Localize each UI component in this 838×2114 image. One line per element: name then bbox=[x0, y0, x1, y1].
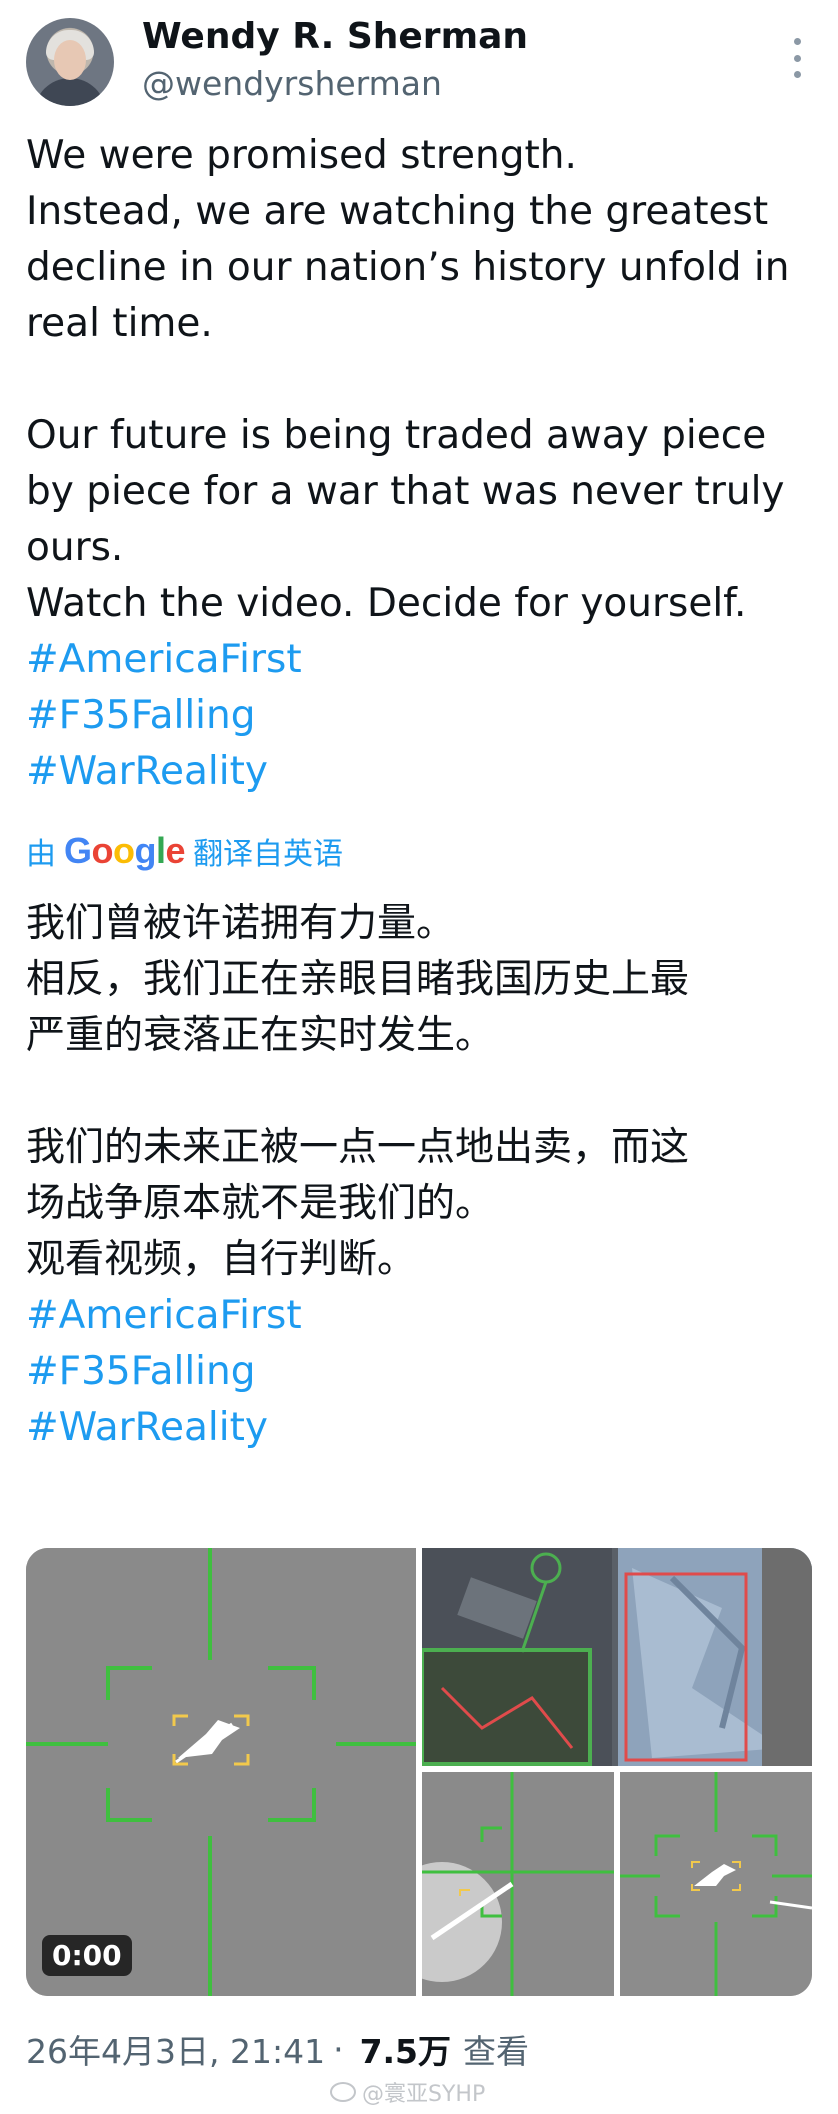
view-count-label: 查看 bbox=[463, 2032, 530, 2071]
video-thumbnail[interactable]: 0:00 bbox=[26, 1548, 416, 1996]
tweet-header: Wendy R. Sherman @wendyrsherman bbox=[26, 14, 812, 114]
translation-attribution[interactable]: 由 Google 翻译自英语 bbox=[26, 826, 343, 876]
translation-suffix: 翻译自英语 bbox=[193, 837, 344, 872]
tweet-text-line: Our future is being traded away piece bbox=[26, 413, 767, 458]
tweet-meta: 26年4月3日, 21:41 · 7.5万 查看 bbox=[26, 2024, 529, 2074]
missile-approach-image bbox=[422, 1772, 614, 1996]
target-lock-image bbox=[620, 1772, 812, 1996]
more-vertical-icon[interactable] bbox=[790, 38, 804, 78]
hashtag-link[interactable]: #F35Falling bbox=[26, 1344, 816, 1400]
tweet-timestamp[interactable]: 26年4月3日, 21:41 bbox=[26, 2025, 325, 2073]
view-count[interactable]: 7.5万 bbox=[360, 2025, 451, 2073]
hashtag-link[interactable]: #AmericaFirst bbox=[26, 1288, 816, 1344]
weibo-watermark: @寰亚SYHP bbox=[330, 2076, 485, 2108]
translated-text-line: 严重的衰落正在实时发生。 bbox=[26, 1013, 495, 1058]
targeting-reticle-image bbox=[26, 1548, 416, 1996]
hashtag-link[interactable]: #WarReality bbox=[26, 744, 816, 800]
translated-text-line: 相反，我们正在亲眼目睹我国历史上最 bbox=[26, 957, 690, 1002]
translated-text-line: 观看视频，自行判断。 bbox=[26, 1237, 417, 1282]
tweet-text-line: decline in our nation’s history unfold i… bbox=[26, 245, 790, 290]
video-duration-badge: 0:00 bbox=[42, 1935, 132, 1976]
hashtag-link[interactable]: #WarReality bbox=[26, 1400, 816, 1456]
media-image-wreckage[interactable] bbox=[422, 1548, 812, 1766]
author-handle[interactable]: @wendyrsherman bbox=[142, 64, 442, 103]
tweet-text-line: by piece for a war that was never truly bbox=[26, 469, 785, 514]
google-logo: Google bbox=[64, 830, 186, 871]
watermark-text: @寰亚SYHP bbox=[362, 2082, 486, 2107]
translation-prefix: 由 bbox=[26, 837, 56, 872]
meta-separator: · bbox=[333, 2029, 344, 2069]
weibo-icon bbox=[330, 2082, 356, 2102]
translated-text-line: 我们曾被许诺拥有力量。 bbox=[26, 901, 456, 946]
wreckage-image bbox=[422, 1548, 812, 1766]
media-image-target-lock[interactable] bbox=[620, 1772, 812, 1996]
hashtag-link[interactable]: #AmericaFirst bbox=[26, 632, 816, 688]
author-name[interactable]: Wendy R. Sherman bbox=[142, 16, 528, 57]
translated-text-line: 我们的未来正被一点一点地出卖，而这 bbox=[26, 1125, 690, 1170]
avatar[interactable] bbox=[26, 18, 114, 106]
media-image-missile-approach[interactable] bbox=[422, 1772, 614, 1996]
tweet-text-line: Instead, we are watching the greatest bbox=[26, 189, 769, 234]
translated-text: 我们曾被许诺拥有力量。 相反，我们正在亲眼目睹我国历史上最 严重的衰落正在实时发… bbox=[26, 896, 816, 1456]
translated-text-line: 场战争原本就不是我们的。 bbox=[26, 1181, 495, 1226]
tweet-text-line: Watch the video. Decide for yourself. bbox=[26, 581, 747, 626]
hashtag-link[interactable]: #F35Falling bbox=[26, 688, 816, 744]
tweet-text: We were promised strength. Instead, we a… bbox=[26, 128, 816, 800]
media-grid: 0:00 bbox=[26, 1548, 812, 1996]
tweet-text-line: ours. bbox=[26, 525, 124, 570]
tweet-text-line: real time. bbox=[26, 301, 213, 346]
tweet-text-line: We were promised strength. bbox=[26, 133, 577, 178]
